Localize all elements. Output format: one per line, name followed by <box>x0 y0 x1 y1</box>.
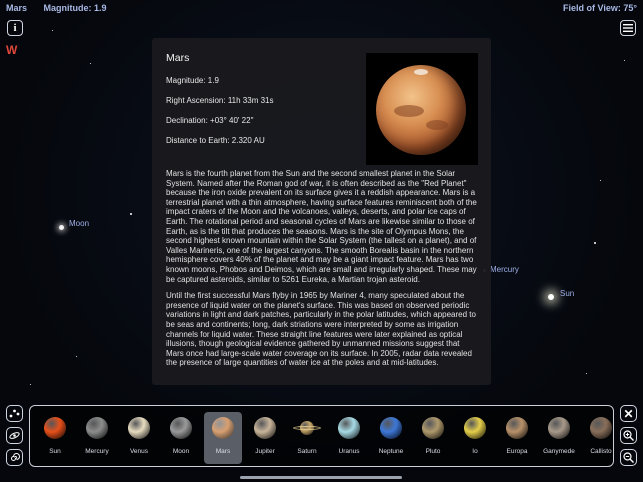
jupiter-icon <box>254 417 276 439</box>
star <box>624 60 625 61</box>
mercury-icon <box>86 417 108 439</box>
planet-tray[interactable]: Sun Mercury Venus Moon Mars Jupiter Saturn Uran… <box>29 405 614 467</box>
tray-item-pluto[interactable]: Pluto <box>414 412 452 464</box>
tray-item-label: Moon <box>172 448 190 455</box>
tray-item-sun[interactable]: Sun <box>36 412 74 464</box>
object-magnitude: Magnitude: 1.9 <box>43 3 107 13</box>
close-button[interactable]: ✕ <box>620 405 637 422</box>
tray-item-mercury[interactable]: Mercury <box>78 412 116 464</box>
status-bar-left: Mars Magnitude: 1.9 <box>6 3 121 13</box>
moon-label[interactable]: Moon <box>69 219 89 228</box>
galaxy-button[interactable] <box>6 427 23 444</box>
tray-item-label: Sun <box>49 448 61 455</box>
tray-item-neptune[interactable]: Neptune <box>372 412 410 464</box>
tray-item-label: Mars <box>215 448 231 455</box>
info-description: Mars is the fourth planet from the Sun a… <box>166 169 478 375</box>
tray-item-label: Saturn <box>297 448 317 455</box>
star <box>594 242 596 244</box>
mercury-label[interactable]: Mercury <box>490 265 519 274</box>
venus-icon <box>128 417 150 439</box>
tray-item-label: Ganymede <box>543 448 575 455</box>
moon-marker[interactable] <box>59 225 64 230</box>
tray-item-label: Callisto <box>590 448 612 455</box>
europa-icon <box>506 417 528 439</box>
home-indicator[interactable] <box>240 476 402 479</box>
info-icon: i <box>13 22 17 34</box>
mars-image <box>366 53 478 165</box>
star <box>90 63 91 64</box>
object-info-panel[interactable]: Mars Magnitude: 1.9 Right Ascension: 11h… <box>152 38 491 385</box>
tray-item-label: Uranus <box>338 448 360 455</box>
tray-item-uranus[interactable]: Uranus <box>330 412 368 464</box>
moon-icon <box>170 417 192 439</box>
uranus-icon <box>338 417 360 439</box>
tray-item-label: Jupiter <box>255 448 275 455</box>
star <box>130 213 132 215</box>
info-paragraph: Until the first successful Mars flyby in… <box>166 291 476 368</box>
list-button[interactable] <box>620 20 636 36</box>
close-icon: ✕ <box>623 406 634 421</box>
spiral-icon <box>11 453 20 461</box>
compass-direction: W <box>6 43 18 57</box>
sun-label[interactable]: Sun <box>560 289 574 298</box>
star <box>52 30 53 31</box>
object-name: Mars <box>6 3 28 13</box>
tray-item-saturn[interactable]: Saturn <box>288 412 326 464</box>
tray-item-label: Venus <box>129 448 149 455</box>
tray-item-label: Pluto <box>425 448 441 455</box>
tray-item-label: Europa <box>506 448 528 455</box>
galaxy-icon <box>9 432 20 439</box>
info-button[interactable]: i <box>7 20 23 36</box>
neptune-icon <box>380 417 402 439</box>
zoom-in-icon <box>623 430 634 441</box>
ganymede-icon <box>548 417 570 439</box>
constellation-button[interactable] <box>6 405 23 422</box>
tray-item-label: Neptune <box>378 448 404 455</box>
zoom-out-button[interactable] <box>620 449 637 466</box>
constellation-icon <box>9 409 20 418</box>
tray-item-venus[interactable]: Venus <box>120 412 158 464</box>
tray-item-label: Mercury <box>85 448 109 455</box>
star <box>600 180 601 181</box>
tray-item-ganymede[interactable]: Ganymede <box>540 412 578 464</box>
tray-item-io[interactable]: Io <box>456 412 494 464</box>
mars-icon <box>212 417 234 439</box>
tray-item-moon[interactable]: Moon <box>162 412 200 464</box>
saturn-icon <box>293 421 321 435</box>
field-of-view: Field of View: 75° <box>563 3 637 13</box>
spiral-button[interactable] <box>6 449 23 466</box>
pluto-icon <box>422 417 444 439</box>
mars-globe <box>376 65 466 155</box>
tray-item-europa[interactable]: Europa <box>498 412 536 464</box>
star <box>30 384 31 385</box>
zoom-in-button[interactable] <box>620 427 637 444</box>
tray-item-mars[interactable]: Mars <box>204 412 242 464</box>
list-icon <box>623 24 633 32</box>
star <box>586 373 587 374</box>
zoom-out-icon <box>623 452 634 463</box>
tray-item-label: Io <box>472 448 478 455</box>
callisto-icon <box>590 417 612 439</box>
info-paragraph: Mars is the fourth planet from the Sun a… <box>166 169 477 284</box>
saturn-ring <box>293 426 321 430</box>
sun-icon <box>44 417 66 439</box>
tray-item-jupiter[interactable]: Jupiter <box>246 412 284 464</box>
star <box>76 356 77 357</box>
tray-item-callisto[interactable]: Callisto <box>582 412 613 464</box>
sun-marker[interactable] <box>548 294 554 300</box>
io-icon <box>464 417 486 439</box>
